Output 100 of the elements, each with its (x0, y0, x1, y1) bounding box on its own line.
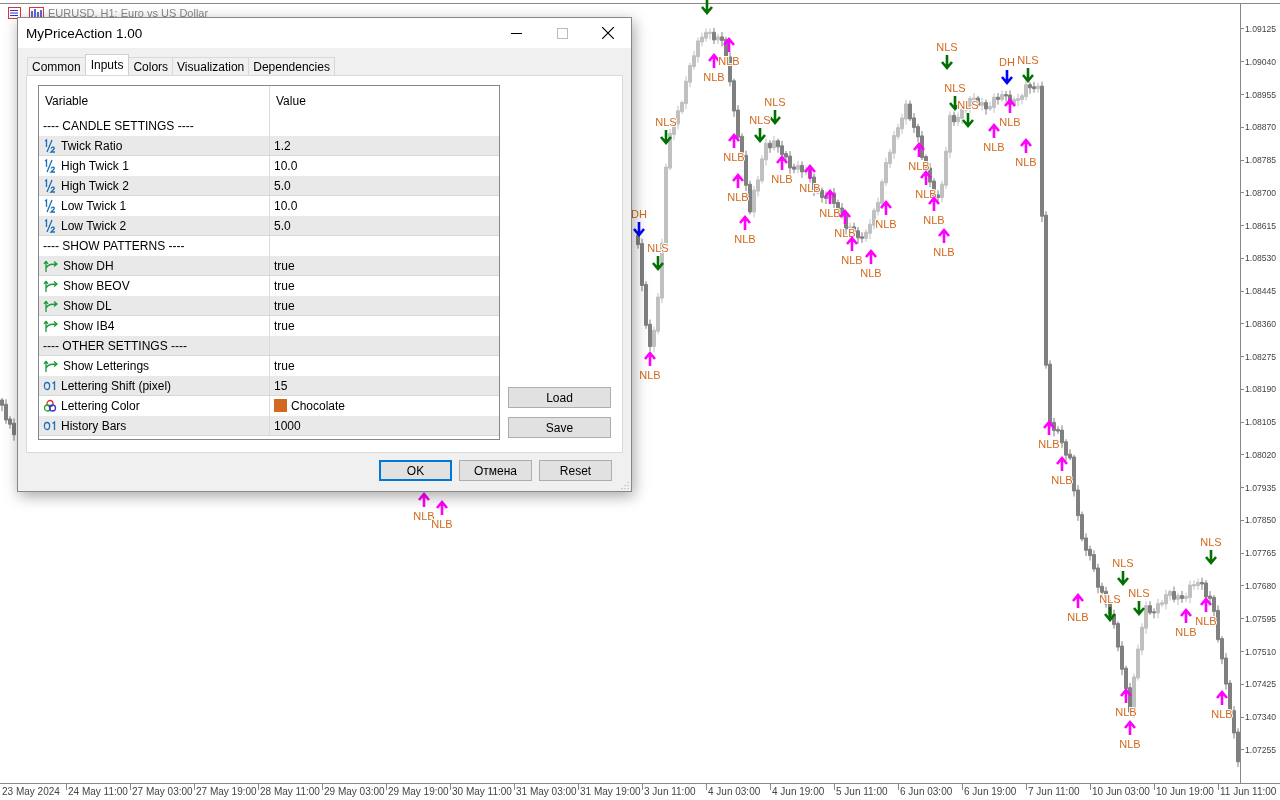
column-header[interactable]: Value (269, 86, 499, 116)
down-arrow-icon (659, 128, 673, 146)
signal-label: NLB (723, 151, 745, 163)
price-label: 1.08105 (1245, 417, 1277, 428)
digits-icon (43, 378, 57, 393)
time-label: 30 May 11:00 (452, 785, 512, 797)
table-row[interactable]: Show DL true (39, 296, 499, 316)
section-heading: ---- CANDLE SETTINGS ---- (43, 118, 194, 133)
up-arrow-icon (912, 141, 926, 159)
table-row[interactable]: Twick Ratio 1.2 (39, 136, 499, 156)
price-label: 1.07850 (1245, 515, 1277, 526)
signal-label: NLB (999, 116, 1021, 128)
variable-value[interactable]: 1000 (274, 418, 301, 433)
time-label: 11 Jun 11:00 (1220, 785, 1277, 797)
signal-label: NLB (915, 188, 937, 200)
variable-value[interactable]: true (274, 278, 295, 293)
signal-label: NLB (1067, 611, 1089, 623)
fraction-icon (43, 178, 57, 193)
signal-label: NLB (639, 369, 661, 381)
price-label: 1.08615 (1245, 220, 1277, 231)
time-label: 24 May 11:00 (68, 785, 128, 797)
dialog-button[interactable]: Reset (539, 460, 612, 481)
down-arrow-icon (700, 0, 714, 16)
up-arrow-icon (1055, 455, 1069, 473)
maximize-icon (556, 27, 568, 39)
signal-label: NLB (727, 191, 749, 203)
side-button[interactable]: Save (508, 417, 611, 438)
up-arrow-icon (775, 154, 789, 172)
list-icon[interactable] (8, 7, 21, 19)
up-arrow-icon (845, 235, 859, 253)
signal-label: NLB (834, 227, 856, 239)
variable-name: High Twick 2 (61, 178, 129, 193)
tab[interactable]: Common (27, 57, 86, 75)
variable-name: Low Twick 1 (61, 198, 127, 213)
signal-label: NLS (749, 114, 771, 126)
variable-name: Show Letterings (63, 358, 150, 373)
signal-label: NLS (957, 99, 979, 111)
up-arrow-icon (643, 350, 657, 368)
signal-label: DH (631, 208, 647, 220)
variable-value[interactable]: true (274, 318, 295, 333)
price-label: 1.07765 (1245, 548, 1277, 559)
branch-arrow-icon (43, 318, 59, 333)
variable-value[interactable]: true (274, 358, 295, 373)
close-icon (602, 27, 614, 39)
tab[interactable]: Dependencies (248, 57, 335, 75)
variable-value[interactable]: 5.0 (274, 218, 291, 233)
table-row[interactable]: ---- OTHER SETTINGS ---- (39, 336, 499, 356)
variable-value[interactable]: 10.0 (274, 198, 298, 213)
dialog-button[interactable]: OK (379, 460, 452, 481)
price-label: 1.08360 (1245, 318, 1277, 329)
signal-label: NLB (1119, 738, 1141, 750)
variable-value[interactable]: Chocolate (291, 398, 346, 413)
up-arrow-icon (937, 227, 951, 245)
fraction-icon (43, 218, 57, 233)
variable-name: Low Twick 2 (61, 218, 127, 233)
price-label: 1.08445 (1245, 286, 1277, 297)
column-header[interactable]: Variable (39, 86, 269, 116)
resize-grip-icon[interactable] (621, 481, 629, 489)
dialog-button[interactable]: Отмена (459, 460, 532, 481)
signal-label: NLB (923, 214, 945, 226)
variable-value[interactable]: 1.2 (274, 138, 291, 153)
time-label: 4 Jun 19:00 (772, 785, 825, 797)
price-label: 1.07595 (1245, 613, 1277, 624)
table-row[interactable]: Lettering Shift (pixel) 15 (39, 376, 499, 396)
down-arrow-icon (940, 53, 954, 71)
down-arrow-icon (768, 108, 782, 126)
variable-name: Show IB4 (63, 318, 115, 333)
price-label: 1.08020 (1245, 449, 1277, 460)
table-row[interactable]: High Twick 2 5.0 (39, 176, 499, 196)
tab[interactable]: Inputs (84, 54, 130, 75)
variable-value[interactable]: true (274, 298, 295, 313)
signal-label: NLB (908, 160, 930, 172)
price-label: 1.07255 (1245, 744, 1277, 755)
variable-value[interactable]: 15 (274, 378, 288, 393)
variable-value[interactable]: true (274, 258, 295, 273)
variable-name: Show BEOV (63, 278, 130, 293)
variable-value[interactable]: 10.0 (274, 158, 298, 173)
up-arrow-icon (1071, 592, 1085, 610)
price-label: 1.08955 (1245, 89, 1277, 100)
table-row[interactable]: Low Twick 2 5.0 (39, 216, 499, 236)
down-arrow-icon (1116, 569, 1130, 587)
variable-value[interactable]: 5.0 (274, 178, 291, 193)
signal-label: NLB (841, 254, 863, 266)
up-arrow-icon (1179, 607, 1193, 625)
up-arrow-icon (435, 499, 449, 517)
fraction-icon (43, 198, 57, 213)
up-arrow-icon (417, 491, 431, 509)
time-label: 6 Jun 19:00 (964, 785, 1017, 797)
table-row[interactable]: Show DH true (39, 256, 499, 276)
up-arrow-icon (803, 163, 817, 181)
signal-label: NLB (860, 267, 882, 279)
signal-label: NLS (764, 96, 786, 108)
table-row[interactable]: History Bars 1000 (39, 416, 499, 436)
side-button[interactable]: Load (508, 387, 611, 408)
time-label: 6 Jun 03:00 (900, 785, 953, 797)
time-label: 31 May 03:00 (516, 785, 577, 797)
up-arrow-icon (1123, 719, 1137, 737)
signal-label: NLB (819, 207, 841, 219)
time-label: 29 May 19:00 (388, 785, 449, 797)
signal-label: NLB (875, 218, 897, 230)
